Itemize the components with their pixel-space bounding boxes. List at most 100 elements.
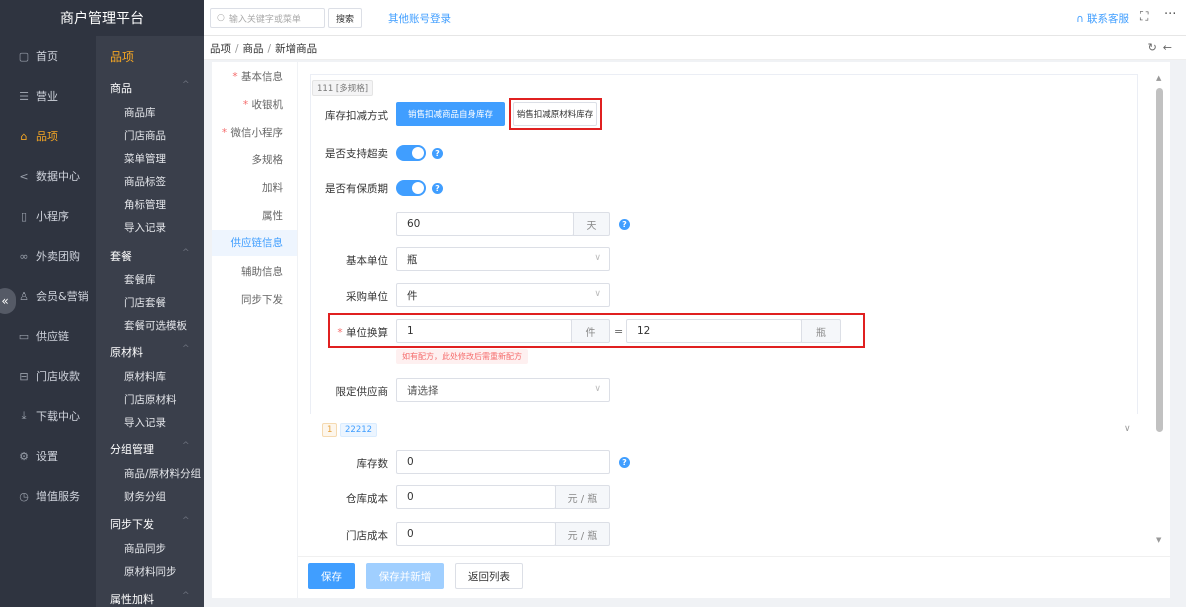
shelf-life-toggle[interactable] xyxy=(396,180,426,196)
search-input[interactable]: ○ 输入关键字或菜单 xyxy=(210,8,325,28)
search-button[interactable]: 搜索 xyxy=(328,8,362,28)
form-nav-auxiliary[interactable]: 辅助信息 xyxy=(241,264,283,279)
shelf-life-input[interactable]: 60 xyxy=(396,212,574,236)
subnav-item[interactable]: 门店原材料 xyxy=(124,392,177,407)
scrollbar-thumb[interactable] xyxy=(1156,88,1163,432)
sidebar-item-delivery[interactable]: ∞ 外卖团购 xyxy=(0,236,96,276)
subnav-item[interactable]: 商品同步 xyxy=(124,541,166,556)
clock-icon: ◷ xyxy=(19,489,29,503)
sidebar-item-products[interactable]: ⌂ 品项 xyxy=(0,116,96,156)
oversell-toggle[interactable] xyxy=(396,145,426,161)
back-arrow-icon[interactable]: ← xyxy=(1163,41,1178,54)
search-placeholder: 输入关键字或菜单 xyxy=(228,14,301,25)
subnav-item[interactable]: 财务分组 xyxy=(124,489,166,504)
purchase-unit-select[interactable]: 件 ∨ xyxy=(396,283,610,307)
subnav-group-label: 套餐 xyxy=(110,250,132,263)
contact-support-link[interactable]: ∩ 联系客服 xyxy=(1076,11,1129,26)
sidebar-item-settings[interactable]: ⚙ 设置 xyxy=(0,436,96,476)
subnav-item[interactable]: 门店套餐 xyxy=(124,295,166,310)
scroll-up-icon[interactable]: ▲ xyxy=(1156,74,1161,82)
store-cost-input[interactable]: 0 xyxy=(396,522,556,546)
bike-icon: ∞ xyxy=(19,249,29,263)
sidebar-item-label: 品项 xyxy=(36,130,58,143)
subnav-item[interactable]: 套餐库 xyxy=(124,272,156,287)
file-icon: ▢ xyxy=(18,49,30,63)
help-icon[interactable]: ? xyxy=(619,219,630,230)
secondary-sidebar: 品项 商品 ^ 商品库 门店商品 菜单管理 商品标签 角标管理 导入记录 套餐 ^ … xyxy=(96,36,204,607)
sidebar-item-home[interactable]: ▢ 首页 xyxy=(0,36,96,76)
refresh-icon[interactable]: ↻ xyxy=(1148,41,1163,54)
deduct-self-stock-option[interactable]: 销售扣减商品自身库存 xyxy=(396,102,505,126)
sidebar-item-mini-program[interactable]: ▯ 小程序 xyxy=(0,196,96,236)
subnav-item[interactable]: 商品/原材料分组 xyxy=(124,466,201,481)
form-scrollbar[interactable]: ▲ ▼ xyxy=(1152,72,1166,548)
sidebar-item-data-center[interactable]: < 数据中心 xyxy=(0,156,96,196)
subnav-group-materials[interactable]: 原材料 ^ xyxy=(110,344,190,360)
form-nav-supply-chain[interactable]: 供应链信息 xyxy=(212,230,297,256)
form-nav-basic[interactable]: * 基本信息 xyxy=(232,69,283,84)
subnav-item[interactable]: 导入记录 xyxy=(124,220,166,235)
subnav-item[interactable]: 套餐可选模板 xyxy=(124,318,187,333)
oversell-label: 是否支持超卖 xyxy=(325,148,388,160)
form-nav-multi-spec[interactable]: 多规格 xyxy=(252,152,284,167)
warehouse-cost-input[interactable]: 0 xyxy=(396,485,556,509)
batch-index: 1 xyxy=(322,423,338,437)
breadcrumb-item[interactable]: 商品 xyxy=(243,43,264,55)
form-nav-sync[interactable]: 同步下发 xyxy=(241,292,283,307)
sidebar-item-label: 数据中心 xyxy=(36,170,80,183)
base-unit-select[interactable]: 瓶 ∨ xyxy=(396,247,610,271)
subnav-item[interactable]: 导入记录 xyxy=(124,415,166,430)
other-account-login-link[interactable]: 其他账号登录 xyxy=(388,11,451,26)
breadcrumb-actions: ↻← xyxy=(1148,41,1178,54)
subnav-group-sync[interactable]: 同步下发 ^ xyxy=(110,516,190,532)
supplier-placeholder: 请选择 xyxy=(407,384,439,397)
subnav-item[interactable]: 商品标签 xyxy=(124,174,166,189)
sidebar-item-value-added[interactable]: ◷ 增值服务 xyxy=(0,476,96,516)
save-button[interactable]: 保存 xyxy=(308,563,355,589)
fullscreen-icon[interactable]: ⛶ xyxy=(1140,9,1148,24)
more-icon[interactable]: ··· xyxy=(1164,7,1176,22)
subnav-item[interactable]: 商品库 xyxy=(124,105,156,120)
form-nav-wechat[interactable]: * 微信小程序 xyxy=(222,125,283,140)
batch-header[interactable]: 1 22212 ∨ xyxy=(310,420,1138,442)
subnav-item[interactable]: 门店商品 xyxy=(124,128,166,143)
chevron-up-icon: ^ xyxy=(182,344,190,354)
help-icon[interactable]: ? xyxy=(619,457,630,468)
breadcrumb-item[interactable]: 品项 xyxy=(210,43,231,55)
chevron-up-icon: ^ xyxy=(182,591,190,601)
subnav-item[interactable]: 原材料库 xyxy=(124,369,166,384)
deduct-method-label: 库存扣减方式 xyxy=(325,110,388,122)
form-nav-add-on[interactable]: 加料 xyxy=(262,180,283,195)
subnav-group-attributes[interactable]: 属性加料 ^ xyxy=(110,591,190,607)
help-icon[interactable]: ? xyxy=(432,148,443,159)
store-cost-label: 门店成本 xyxy=(346,530,388,542)
collapse-icon: « xyxy=(1,294,9,308)
help-icon[interactable]: ? xyxy=(432,183,443,194)
subnav-group-combo[interactable]: 套餐 ^ xyxy=(110,248,190,264)
form-nav-pos[interactable]: * 收银机 xyxy=(243,97,283,112)
form-nav-attributes[interactable]: 属性 xyxy=(262,208,283,223)
form-section-nav: * 基本信息 * 收银机 * 微信小程序 多规格 加料 属性 供应链信息 辅助信… xyxy=(212,62,297,598)
sidebar-item-business[interactable]: ☰ 营业 xyxy=(0,76,96,116)
sidebar-item-label: 营业 xyxy=(36,90,58,103)
purchase-unit-label: 采购单位 xyxy=(346,291,388,303)
subnav-item[interactable]: 菜单管理 xyxy=(124,151,166,166)
subnav-item[interactable]: 角标管理 xyxy=(124,197,166,212)
back-to-list-button[interactable]: 返回列表 xyxy=(455,563,523,589)
share-icon: < xyxy=(19,169,29,183)
highlight-box xyxy=(509,98,602,130)
download-icon: ⤓ xyxy=(21,409,27,422)
supplier-select[interactable]: 请选择 ∨ xyxy=(396,378,610,402)
sidebar-item-store-payment[interactable]: ⊟ 门店收款 xyxy=(0,356,96,396)
save-and-add-button[interactable]: 保存并新增 xyxy=(366,563,444,589)
stock-input[interactable]: 0 xyxy=(396,450,610,474)
sidebar-item-downloads[interactable]: ⤓ 下载中心 xyxy=(0,396,96,436)
sidebar-item-label: 增值服务 xyxy=(36,490,80,503)
subnav-group-grouping[interactable]: 分组管理 ^ xyxy=(110,441,190,457)
scroll-down-icon[interactable]: ▼ xyxy=(1156,536,1161,544)
subnav-group-goods[interactable]: 商品 ^ xyxy=(110,80,190,96)
chevron-down-icon[interactable]: ∨ xyxy=(1124,424,1131,434)
subnav-item[interactable]: 原材料同步 xyxy=(124,564,177,579)
sidebar-item-supply-chain[interactable]: ▭ 供应链 xyxy=(0,316,96,356)
gear-icon: ⚙ xyxy=(19,449,29,463)
